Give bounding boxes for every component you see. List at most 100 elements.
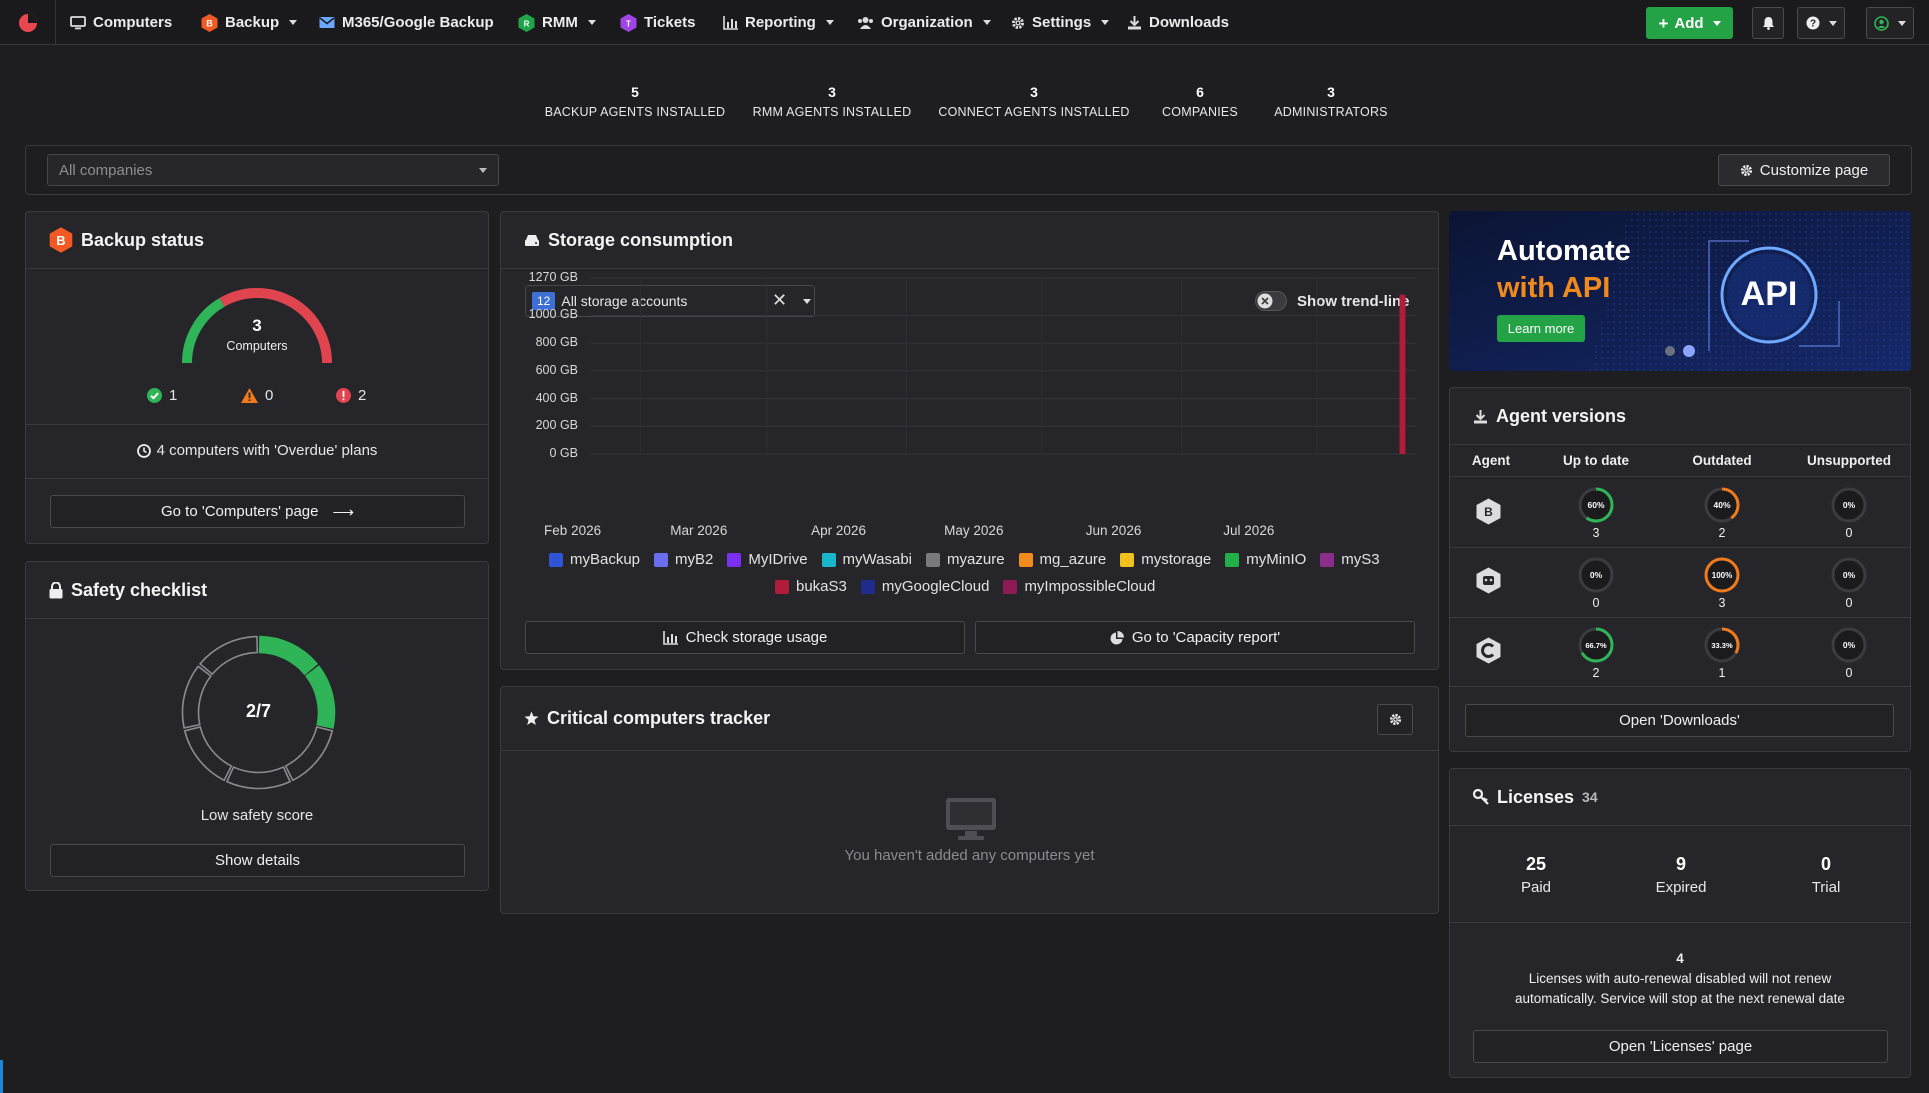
user-menu-button[interactable]: [1866, 7, 1914, 39]
go-to-computers-button[interactable]: Go to 'Computers' page ⟶: [50, 495, 465, 528]
nav-m365-google-backup[interactable]: M365/Google Backup: [319, 0, 494, 45]
add-label: Add: [1674, 14, 1704, 32]
nav-downloads[interactable]: Downloads: [1127, 0, 1229, 45]
autorenew-line-1: Licenses with auto-renewal disabled will…: [1528, 971, 1832, 986]
chart-bar[interactable]: [1399, 294, 1406, 454]
licenses-expired[interactable]: 9 Expired: [1656, 854, 1707, 896]
legend-label: myB2: [675, 551, 714, 568]
x-tick-label: Jul 2026: [1223, 523, 1275, 538]
licenses-expired-label: Expired: [1655, 879, 1707, 896]
nav-reporting[interactable]: Reporting: [723, 0, 834, 45]
card-header: B Backup status: [26, 212, 488, 269]
ring-percent: 33.3%: [1711, 641, 1733, 650]
legend-item[interactable]: myWasabi: [821, 551, 912, 568]
warning-count: 0: [241, 387, 273, 404]
safety-segment-passed: [258, 635, 319, 676]
legend-item[interactable]: bukaS3: [775, 578, 847, 595]
nav-settings[interactable]: Settings: [1011, 0, 1110, 45]
ring-count: 3: [1718, 596, 1726, 610]
pie-chart-icon: [1110, 630, 1124, 644]
envelope-icon: [319, 17, 335, 28]
licenses-paid[interactable]: 25 Paid: [1521, 854, 1551, 896]
licenses-trial[interactable]: 0 Trial: [1812, 854, 1841, 896]
nav-computers[interactable]: Computers: [70, 0, 172, 45]
stat-administrators: 3 ADMINISTRATORS: [1274, 84, 1387, 119]
show-details-button[interactable]: Show details: [50, 844, 465, 877]
overdue-info: 4 computers with 'Overdue' plans: [26, 442, 488, 459]
nav-item-label: Backup: [225, 14, 280, 31]
chart-legend-row-1: myBackup myB2 MyIDrive myWasabi myazure …: [549, 551, 1380, 568]
legend-label: mystorage: [1141, 551, 1212, 568]
learn-more-button[interactable]: Learn more: [1497, 315, 1585, 342]
legend-item[interactable]: myMinIO: [1225, 551, 1306, 568]
autorenew-info: 4 Licenses with auto-renewal disabled wi…: [1450, 949, 1910, 1009]
promo-line-2: with API: [1497, 272, 1611, 304]
carousel-dot[interactable]: [1665, 346, 1675, 356]
legend-label: myBackup: [570, 551, 641, 568]
notifications-button[interactable]: [1752, 7, 1784, 39]
autorenew-line-2: automatically. Service will stop at the …: [1515, 991, 1845, 1006]
chevron-down-icon: [825, 20, 834, 25]
tracker-settings-button[interactable]: [1377, 704, 1413, 735]
legend-item[interactable]: myImpossibleCloud: [1003, 578, 1155, 595]
error-circle-icon: [336, 388, 351, 403]
x-tick-label: Feb 2026: [544, 523, 602, 538]
help-menu-button[interactable]: ?: [1797, 7, 1845, 39]
backup-logo-icon: B: [49, 227, 73, 253]
gauge-count: 3: [252, 316, 262, 335]
divider: [1449, 617, 1911, 618]
ring-count: 0: [1845, 596, 1853, 610]
add-button[interactable]: + Add: [1646, 7, 1733, 39]
safety-segment-failed: [183, 726, 233, 782]
safety-checklist-card: Safety checklist 2/7 Low safety score Sh…: [25, 561, 489, 891]
legend-item[interactable]: myazure: [926, 551, 1005, 568]
x-tick-label: May 2026: [944, 523, 1004, 538]
monitor-icon: [70, 15, 86, 29]
ring-count: 3: [1592, 526, 1600, 540]
stat-value: 3: [1030, 84, 1038, 100]
legend-swatch: [821, 552, 836, 567]
backup-logo-icon: B: [201, 13, 218, 32]
legend-label: bukaS3: [796, 578, 847, 595]
legend-item[interactable]: mg_azure: [1018, 551, 1106, 568]
nav-rmm[interactable]: R RMM: [518, 0, 596, 45]
nav-tickets[interactable]: T Tickets: [620, 0, 695, 45]
card-title: Safety checklist: [71, 579, 208, 600]
gear-icon: [1389, 713, 1401, 726]
open-downloads-button[interactable]: Open 'Downloads': [1465, 704, 1894, 737]
app-logo-icon[interactable]: [0, 0, 56, 45]
legend-item[interactable]: myB2: [654, 551, 713, 568]
ring-percent: 0%: [1590, 570, 1603, 580]
nav-item-label: Reporting: [745, 14, 816, 31]
api-promo-banner[interactable]: Automate with API API Learn more: [1449, 211, 1911, 371]
capacity-report-button[interactable]: Go to 'Capacity report': [975, 621, 1415, 654]
nav-organization[interactable]: Organization: [857, 0, 991, 45]
svg-text:?: ?: [1809, 19, 1815, 30]
chevron-down-icon: [1898, 20, 1906, 26]
ring-percent: 0%: [1843, 570, 1856, 580]
svg-text:B: B: [1484, 505, 1493, 519]
error-count: 2: [336, 387, 366, 404]
company-select[interactable]: All companies: [47, 154, 499, 186]
legend-swatch: [1120, 552, 1135, 567]
open-licenses-button[interactable]: Open 'Licenses' page: [1473, 1030, 1888, 1063]
legend-item[interactable]: myBackup: [549, 551, 640, 568]
ring-count: 0: [1845, 666, 1853, 680]
chevron-down-icon: [587, 20, 596, 25]
check-storage-usage-button[interactable]: Check storage usage: [525, 621, 965, 654]
users-icon: [858, 16, 873, 29]
legend-item[interactable]: myS3: [1320, 551, 1380, 568]
legend-item[interactable]: myGoogleCloud: [860, 578, 989, 595]
legend-swatch: [1225, 552, 1240, 567]
bar-chart-icon: [662, 630, 678, 645]
carousel-dot-active[interactable]: [1683, 345, 1695, 357]
customize-page-button[interactable]: Customize page: [1718, 154, 1890, 186]
ring-count: 2: [1592, 666, 1600, 680]
legend-item[interactable]: MyIDrive: [727, 551, 808, 568]
nav-backup[interactable]: B Backup: [201, 0, 298, 45]
card-title: Agent versions: [1496, 405, 1627, 426]
progress-ring: 40%: [1704, 487, 1740, 523]
licenses-total: 34: [1582, 789, 1598, 805]
customize-label: Customize page: [1759, 161, 1869, 179]
legend-item[interactable]: mystorage: [1120, 551, 1211, 568]
